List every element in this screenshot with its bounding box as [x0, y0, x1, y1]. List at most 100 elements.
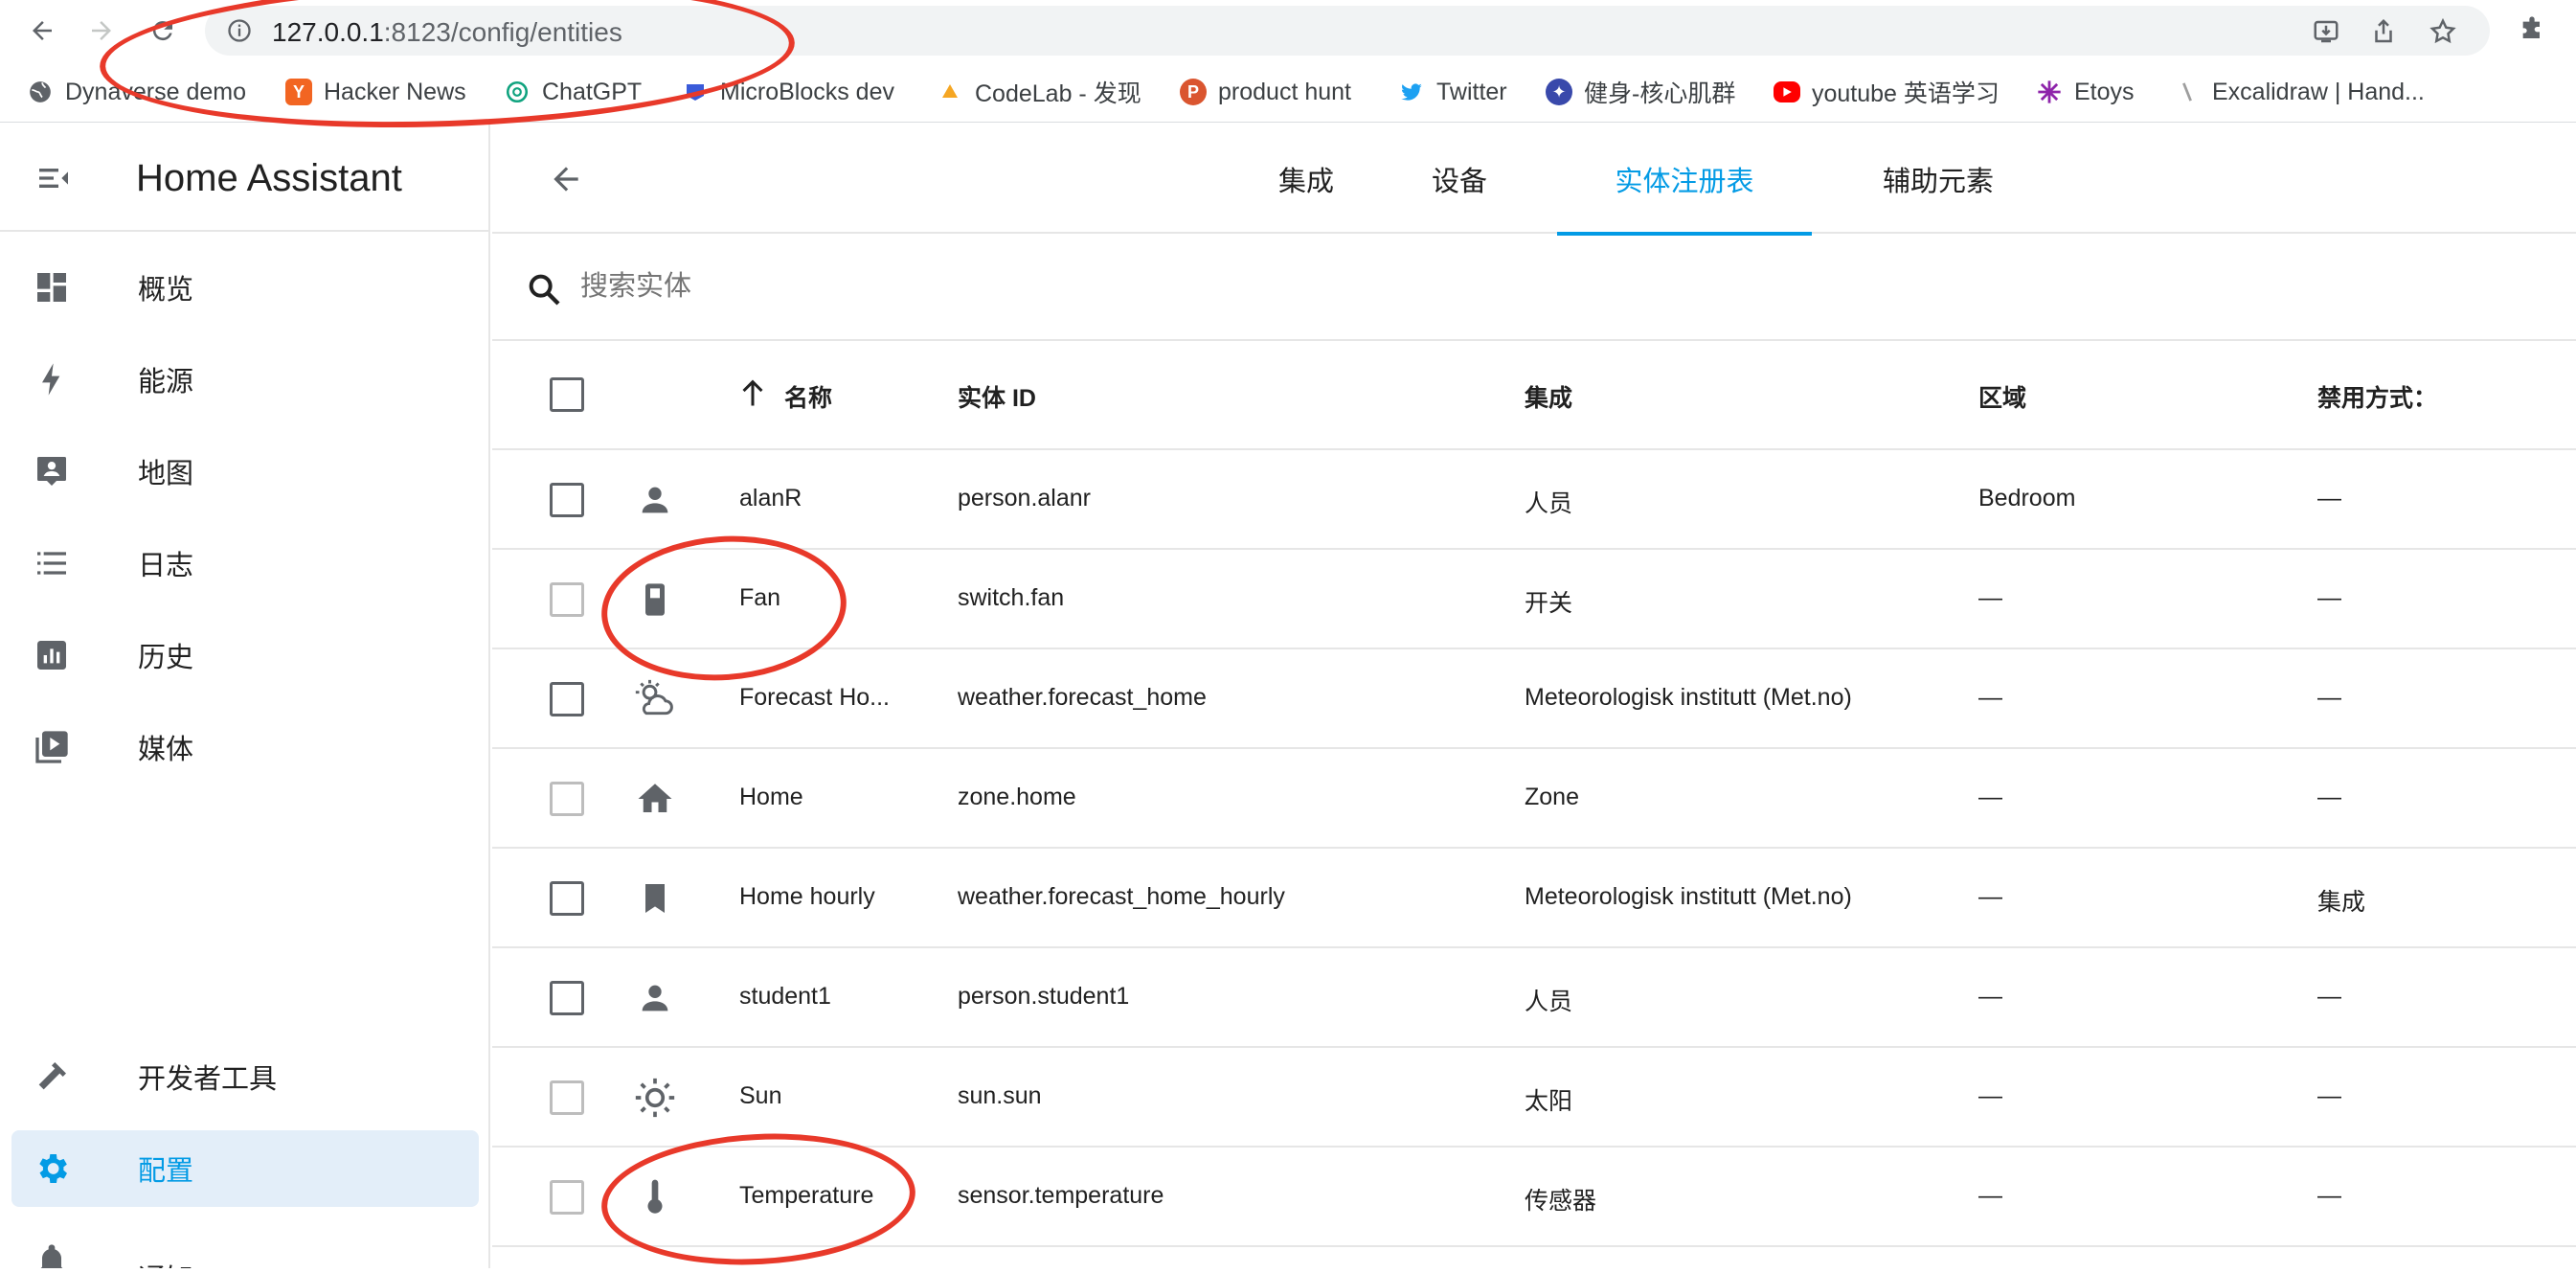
cell-disabled-by: —	[2317, 485, 2341, 511]
etoys-icon	[2036, 79, 2063, 105]
sidebar: Home Assistant 概览 能源 地图 日志 历史 媒体 开发者工具 配…	[0, 125, 490, 1268]
site-info-icon[interactable]	[226, 17, 253, 49]
sidebar-item-logbook[interactable]: 日志	[11, 525, 479, 602]
star-bookmark-icon[interactable]	[2427, 17, 2459, 46]
tab-integrations[interactable]: 集成	[1239, 125, 1373, 234]
column-header-name[interactable]: 名称	[784, 379, 832, 414]
table-row[interactable]: Temperature sensor.temperature 传感器 — —	[492, 1148, 2576, 1247]
bookmark-hacker-news[interactable]: Y Hacker News	[285, 75, 466, 109]
cell-area: —	[1978, 584, 2002, 611]
cell-disabled-by: 集成	[2317, 889, 2366, 916]
cell-name: student1	[739, 983, 831, 1010]
search-icon	[525, 270, 563, 313]
column-header-disabled-by[interactable]: 禁用方式：	[2317, 379, 2437, 414]
install-app-icon[interactable]	[2310, 17, 2342, 46]
bookmark-fitness[interactable]: ✦ 健身-核心肌群	[1546, 75, 1735, 109]
bookmark-label: Excalidraw | Hand...	[2212, 78, 2425, 105]
extensions-puzzle-icon[interactable]	[2513, 11, 2551, 50]
table-row[interactable]: Sun sun.sun 太阳 — —	[492, 1048, 2576, 1148]
cell-name: Forecast Ho...	[739, 684, 890, 711]
column-header-integration[interactable]: 集成	[1525, 379, 1572, 414]
sidebar-item-map[interactable]: 地图	[11, 433, 479, 510]
table-row[interactable]: Home zone.home Zone — —	[492, 749, 2576, 849]
map-account-icon	[33, 452, 71, 490]
bookmark-etoys[interactable]: Etoys	[2036, 75, 2135, 109]
share-icon[interactable]	[2367, 17, 2400, 46]
sidebar-item-media[interactable]: 媒体	[11, 709, 479, 785]
thermometer-icon	[634, 1176, 676, 1218]
table-row[interactable]: Home hourly weather.forecast_home_hourly M…	[492, 849, 2576, 948]
tab-devices[interactable]: 设备	[1402, 125, 1517, 234]
url-text: 127.0.0.1:8123/config/entities	[272, 17, 622, 47]
row-checkbox[interactable]	[550, 682, 584, 716]
bookmark-codelab[interactable]: CodeLab - 发现	[937, 75, 1141, 109]
column-header-entity-id[interactable]: 实体 ID	[958, 379, 1036, 414]
back-arrow-icon[interactable]	[548, 161, 584, 202]
row-checkbox[interactable]	[550, 1180, 584, 1215]
lightning-icon	[33, 360, 71, 398]
table-row[interactable]: Fan switch.fan 开关 — —	[492, 550, 2576, 649]
bookmark-dynaverse[interactable]: Dynaverse demo	[27, 75, 246, 109]
account-icon	[634, 977, 676, 1019]
cell-disabled-by: —	[2317, 983, 2341, 1010]
cell-area: —	[1978, 784, 2002, 810]
table-row[interactable]: alanR person.alanr 人员 Bedroom —	[492, 450, 2576, 550]
bookmark-label: Etoys	[2074, 78, 2135, 105]
search-input[interactable]	[580, 262, 1729, 310]
back-arrow-icon[interactable]	[23, 11, 61, 50]
row-checkbox[interactable]	[550, 881, 584, 916]
sidebar-item-config[interactable]: 配置	[11, 1130, 479, 1207]
bookmark-product-hunt[interactable]: P product hunt	[1180, 75, 1351, 109]
row-checkbox[interactable]	[550, 582, 584, 617]
config-tab-bar: 集成 设备 实体注册表 辅助元素	[492, 125, 2576, 236]
bookmark-microblocks[interactable]: MicroBlocks dev	[682, 75, 894, 109]
cell-integration: 人员	[1525, 989, 1573, 1015]
row-checkbox[interactable]	[550, 483, 584, 517]
bookmark-twitter[interactable]: Twitter	[1398, 75, 1507, 109]
cell-integration: 人员	[1525, 490, 1573, 517]
row-checkbox[interactable]	[550, 1080, 584, 1115]
sidebar-item-label: 日志	[138, 551, 194, 581]
tab-helpers[interactable]: 辅助元素	[1842, 125, 2034, 234]
table-row[interactable]: student1 person.student1 人员 — —	[492, 948, 2576, 1048]
sort-ascending-icon[interactable]	[735, 374, 770, 417]
reload-icon[interactable]	[144, 11, 182, 50]
bookmark-youtube[interactable]: youtube 英语学习	[1774, 75, 2000, 109]
cell-name: alanR	[739, 485, 802, 511]
sidebar-item-notifications[interactable]: 通知	[11, 1222, 479, 1268]
row-checkbox[interactable]	[550, 981, 584, 1015]
sidebar-item-label: 历史	[138, 643, 194, 673]
home-icon	[634, 778, 676, 820]
sidebar-item-overview[interactable]: 概览	[11, 249, 479, 326]
bookmark-chatgpt[interactable]: ChatGPT	[504, 75, 642, 109]
row-checkbox[interactable]	[550, 782, 584, 816]
sidebar-item-energy[interactable]: 能源	[11, 341, 479, 418]
tab-entities[interactable]: 实体注册表	[1557, 125, 1812, 236]
address-bar[interactable]: 127.0.0.1:8123/config/entities	[205, 6, 2490, 56]
cell-integration: 传感器	[1525, 1188, 1597, 1215]
account-icon	[634, 479, 676, 521]
column-header-area[interactable]: 区域	[1978, 379, 2026, 414]
cell-name: Fan	[739, 584, 781, 611]
bookmark-label: MicroBlocks dev	[720, 78, 894, 105]
cell-area: —	[1978, 983, 2002, 1010]
play-box-icon	[33, 728, 71, 766]
forward-arrow-icon[interactable]	[82, 11, 121, 50]
cell-integration: Meteorologisk institutt (Met.no)	[1525, 883, 1852, 910]
cell-area: —	[1978, 1182, 2002, 1209]
bookmark-label: product hunt	[1218, 78, 1351, 105]
sidebar-item-developer-tools[interactable]: 开发者工具	[11, 1038, 479, 1115]
y-icon: Y	[285, 79, 312, 105]
twitter-icon	[1398, 79, 1425, 105]
sidebar-item-history[interactable]: 历史	[11, 617, 479, 693]
cell-entity-id: weather.forecast_home	[958, 684, 1207, 711]
select-all-checkbox[interactable]	[550, 377, 584, 412]
p-icon: P	[1180, 79, 1207, 105]
table-row[interactable]: Forecast Ho... weather.forecast_home Meteo…	[492, 649, 2576, 749]
cell-integration: 太阳	[1525, 1088, 1573, 1115]
menu-toggle-icon[interactable]	[34, 159, 73, 202]
globe-icon	[27, 79, 54, 105]
openai-icon	[504, 79, 531, 105]
bookmark-excalidraw[interactable]: Excalidraw | Hand...	[2174, 75, 2425, 109]
bookmark-icon	[634, 877, 676, 920]
